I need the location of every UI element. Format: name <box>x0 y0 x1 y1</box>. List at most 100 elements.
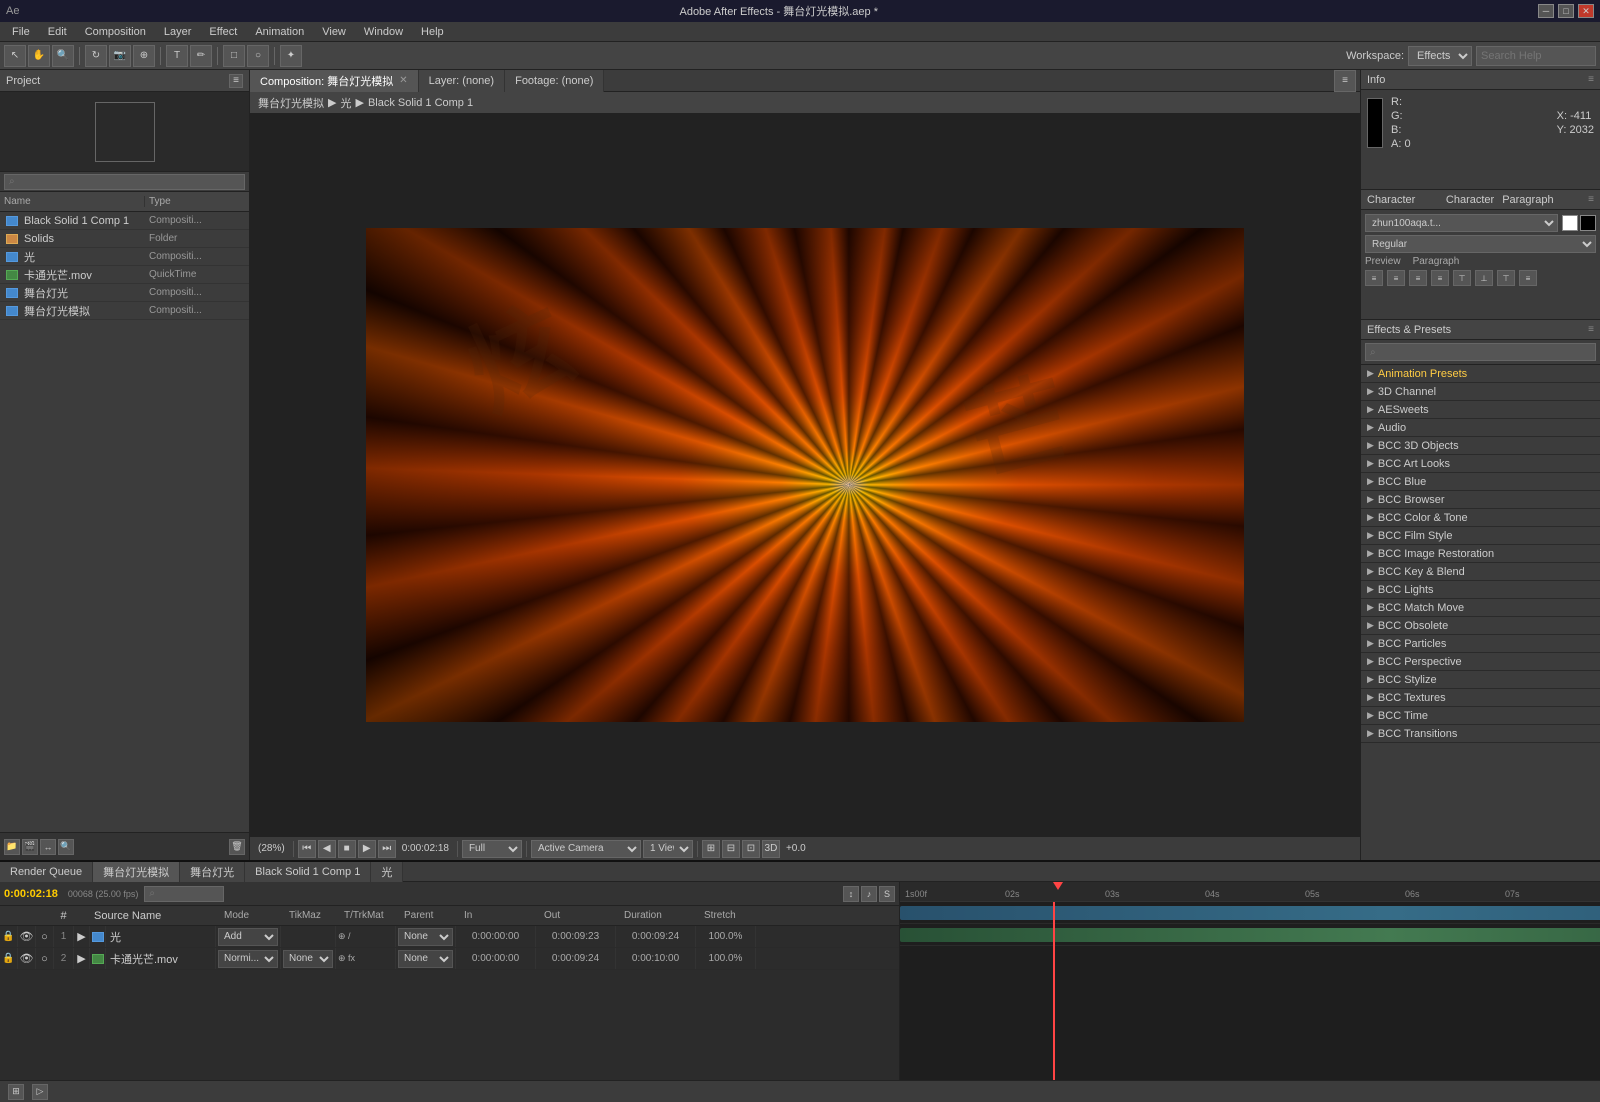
breadcrumb-light[interactable]: 光 <box>340 95 351 111</box>
tool-shape-ellipse[interactable]: ○ <box>247 45 269 67</box>
tool-shape-rect[interactable]: □ <box>223 45 245 67</box>
vc-prev-frame[interactable]: ⏮ <box>298 840 316 858</box>
effect-item-18[interactable]: ▶ BCC Textures <box>1361 689 1600 707</box>
effect-item-15[interactable]: ▶ BCC Particles <box>1361 635 1600 653</box>
tl-solo[interactable]: S <box>879 886 895 902</box>
vc-play[interactable]: ▶ <box>358 840 376 858</box>
comp-panel-menu[interactable]: ≡ <box>1334 70 1356 92</box>
track-area[interactable] <box>900 902 1600 1080</box>
tool-camera[interactable]: 📷 <box>109 45 131 67</box>
track-bar-1[interactable] <box>900 906 1600 920</box>
current-time[interactable]: 0:00:02:18 <box>398 843 453 854</box>
align-top-btn[interactable]: ⊤ <box>1453 270 1471 286</box>
project-find[interactable]: 🔍 <box>58 839 74 855</box>
project-item-3[interactable]: 卡通光芒.mov QuickTime <box>0 266 249 284</box>
breadcrumb-root[interactable]: 舞台灯光模拟 <box>258 95 324 111</box>
layer-search-input[interactable] <box>144 886 224 902</box>
char-style-select[interactable]: Regular <box>1365 235 1596 253</box>
vc-grid[interactable]: ⊞ <box>702 840 720 858</box>
align-middle-btn[interactable]: ⊥ <box>1475 270 1493 286</box>
effect-item-12[interactable]: ▶ BCC Lights <box>1361 581 1600 599</box>
tl-tab-light-comp[interactable]: 舞台灯光 <box>180 862 245 882</box>
layer2-mode-select[interactable]: Normi... <box>218 950 278 968</box>
align-justify-btn[interactable]: ≡ <box>1431 270 1449 286</box>
menu-composition[interactable]: Composition <box>77 24 154 40</box>
layer1-mode-select[interactable]: Add <box>218 928 278 946</box>
effect-item-5[interactable]: ▶ BCC Art Looks <box>1361 455 1600 473</box>
tl-tab-main-comp[interactable]: 舞台灯光模拟 <box>93 862 180 882</box>
menu-layer[interactable]: Layer <box>156 24 200 40</box>
project-new-comp[interactable]: 🎬 <box>22 839 38 855</box>
menu-view[interactable]: View <box>314 24 354 40</box>
tool-puppet[interactable]: ✦ <box>280 45 302 67</box>
project-item-0[interactable]: Black Solid 1 Comp 1 Compositi... <box>0 212 249 230</box>
layer1-eye[interactable]: 👁 <box>18 926 36 947</box>
char-font-select[interactable]: zhun100aqa.t... <box>1365 214 1558 232</box>
align-left-btn[interactable]: ≡ <box>1365 270 1383 286</box>
menu-effect[interactable]: Effect <box>201 24 245 40</box>
tool-zoom[interactable]: 🔍 <box>52 45 74 67</box>
layer2-solo[interactable]: ○ <box>36 948 54 969</box>
para-tab[interactable]: Paragraph <box>1502 194 1553 206</box>
char-fill-color[interactable] <box>1562 215 1578 231</box>
help-search[interactable] <box>1476 46 1596 66</box>
menu-file[interactable]: File <box>4 24 38 40</box>
comp-viewer[interactable]: 炫 芒 <box>250 114 1360 836</box>
effect-item-7[interactable]: ▶ BCC Browser <box>1361 491 1600 509</box>
vc-stop[interactable]: ■ <box>338 840 356 858</box>
project-dependencies[interactable]: ↔ <box>40 839 56 855</box>
vc-3d[interactable]: 3D <box>762 840 780 858</box>
char-tab[interactable]: Character <box>1446 194 1494 206</box>
project-item-4[interactable]: 舞台灯光 Compositi... <box>0 284 249 302</box>
effects-search-input[interactable] <box>1365 343 1596 361</box>
effect-item-16[interactable]: ▶ BCC Perspective <box>1361 653 1600 671</box>
comp-tab-main-close[interactable]: ✕ <box>399 75 407 86</box>
tl-comp-markers[interactable]: ↕ <box>843 886 859 902</box>
align-full-btn[interactable]: ≡ <box>1519 270 1537 286</box>
vc-guides[interactable]: ⊟ <box>722 840 740 858</box>
breadcrumb-comp1[interactable]: Black Solid 1 Comp 1 <box>368 97 473 109</box>
effect-item-13[interactable]: ▶ BCC Match Move <box>1361 599 1600 617</box>
tool-pan[interactable]: ⊕ <box>133 45 155 67</box>
effect-item-14[interactable]: ▶ BCC Obsolete <box>1361 617 1600 635</box>
effect-item-20[interactable]: ▶ BCC Transitions <box>1361 725 1600 743</box>
effect-item-11[interactable]: ▶ BCC Key & Blend <box>1361 563 1600 581</box>
tl-tab-render-queue[interactable]: Render Queue <box>0 862 93 882</box>
project-item-1[interactable]: Solids Folder <box>0 230 249 248</box>
timeline-layer-1[interactable]: 🔒 👁 ○ 1 ▶ 光 Add ⊕ / <box>0 926 899 948</box>
layer1-parent[interactable]: None <box>396 926 456 947</box>
close-button[interactable]: ✕ <box>1578 4 1594 18</box>
project-menu-btn[interactable]: ≡ <box>229 74 243 88</box>
effect-item-1[interactable]: ▶ 3D Channel <box>1361 383 1600 401</box>
status-btn-2[interactable]: ▷ <box>32 1084 48 1100</box>
effect-item-6[interactable]: ▶ BCC Blue <box>1361 473 1600 491</box>
layer1-lock[interactable]: 🔒 <box>0 926 18 947</box>
comp-tab-layer[interactable]: Layer: (none) <box>419 70 505 92</box>
quality-select[interactable]: FullHalfQuarter <box>462 840 522 858</box>
tl-audio[interactable]: ♪ <box>861 886 877 902</box>
tool-hand[interactable]: ✋ <box>28 45 50 67</box>
minimize-button[interactable]: ─ <box>1538 4 1554 18</box>
vc-next-frame[interactable]: ⏭ <box>378 840 396 858</box>
align-bottom-btn[interactable]: ⊤ <box>1497 270 1515 286</box>
layer1-solo[interactable]: ○ <box>36 926 54 947</box>
effect-item-9[interactable]: ▶ BCC Film Style <box>1361 527 1600 545</box>
effect-item-17[interactable]: ▶ BCC Stylize <box>1361 671 1600 689</box>
zoom-display[interactable]: (28%) <box>254 843 289 854</box>
timeline-layer-2[interactable]: 🔒 👁 ○ 2 ▶ 卡通光芒.mov Normi... None <box>0 948 899 970</box>
layer2-parent-select[interactable]: None <box>398 950 453 968</box>
vc-play-rev[interactable]: ◀ <box>318 840 336 858</box>
menu-help[interactable]: Help <box>413 24 452 40</box>
views-select[interactable]: 1 View <box>643 840 693 858</box>
tool-pen[interactable]: ✏ <box>190 45 212 67</box>
tl-tab-solid-comp[interactable]: Black Solid 1 Comp 1 <box>245 862 371 882</box>
layer1-parent-select[interactable]: None <box>398 928 453 946</box>
menu-window[interactable]: Window <box>356 24 411 40</box>
status-btn-1[interactable]: ⊞ <box>8 1084 24 1100</box>
effect-item-19[interactable]: ▶ BCC Time <box>1361 707 1600 725</box>
track-bar-2[interactable] <box>900 928 1600 942</box>
project-delete[interactable]: 🗑 <box>229 839 245 855</box>
layer2-expand[interactable]: ▶ <box>74 948 90 969</box>
effect-item-4[interactable]: ▶ BCC 3D Objects <box>1361 437 1600 455</box>
layer2-eye[interactable]: 👁 <box>18 948 36 969</box>
